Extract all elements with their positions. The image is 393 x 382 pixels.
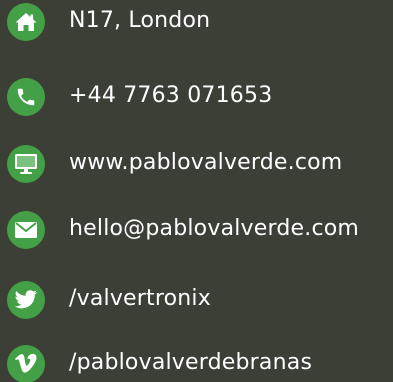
contact-email[interactable]: hello@pablovalverde.com [0,210,393,250]
contact-address: N17, London [0,2,393,42]
contact-phone[interactable]: +44 7763 071653 [0,77,393,117]
contact-list: N17, London +44 7763 071653 www.pabloval… [0,0,393,382]
phone-icon [7,78,45,116]
monitor-icon [7,145,45,183]
address-text: N17, London [69,8,211,33]
contact-twitter[interactable]: /valvertronix [0,280,393,320]
phone-link[interactable]: +44 7763 071653 [69,81,272,111]
contact-vimeo[interactable]: /pablovalverdebranas [0,344,393,382]
vimeo-icon [7,345,45,382]
website-link[interactable]: www.pablovalverde.com [69,148,342,178]
twitter-link[interactable]: /valvertronix [69,284,211,314]
envelope-icon [7,211,45,249]
home-icon [7,3,45,41]
twitter-bird-icon [7,281,45,319]
vimeo-link[interactable]: /pablovalverdebranas [69,348,312,378]
email-link[interactable]: hello@pablovalverde.com [69,214,359,244]
contact-website[interactable]: www.pablovalverde.com [0,144,393,184]
